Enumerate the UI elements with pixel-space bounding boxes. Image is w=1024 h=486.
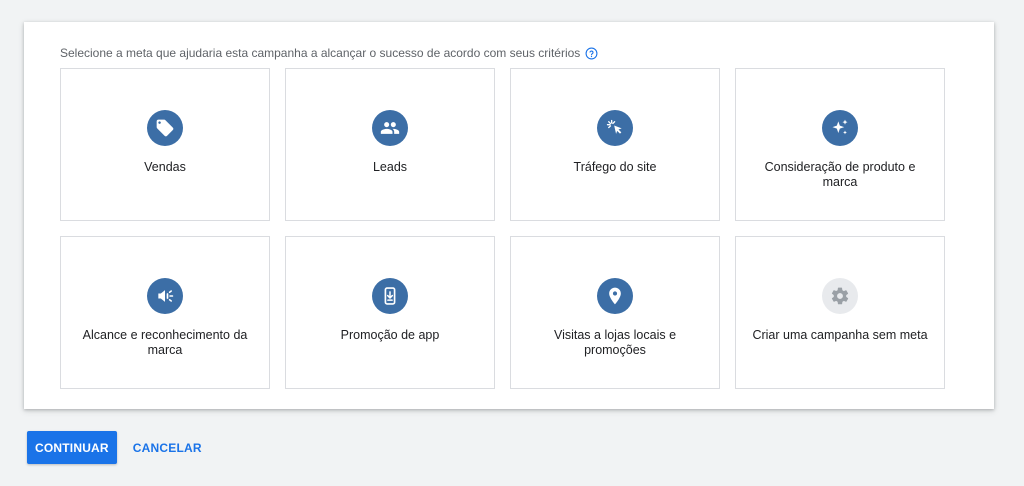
goal-label: Visitas a lojas locais e promoções — [553, 328, 677, 357]
tag-icon — [147, 110, 183, 146]
people-icon — [372, 110, 408, 146]
cursor-click-icon — [597, 110, 633, 146]
goal-label: Criar uma campanha sem meta — [752, 328, 928, 342]
gear-icon — [822, 278, 858, 314]
megaphone-icon — [147, 278, 183, 314]
help-circle-icon[interactable] — [585, 47, 598, 60]
cancel-button[interactable]: CANCELAR — [129, 431, 206, 464]
goal-label: Promoção de app — [340, 328, 440, 342]
goal-selection-card: Selecione a meta que ajudaria esta campa… — [24, 22, 994, 409]
form-footer: CONTINUAR CANCELAR — [27, 431, 206, 464]
goal-prompt: Selecione a meta que ajudaria esta campa… — [60, 46, 598, 60]
goal-tile-consideracao[interactable]: Consideração de produto e marca — [735, 68, 945, 221]
goal-tile-visitas[interactable]: Visitas a lojas locais e promoções — [510, 236, 720, 389]
goal-prompt-text: Selecione a meta que ajudaria esta campa… — [60, 46, 581, 60]
sparkle-icon — [822, 110, 858, 146]
goal-label: Leads — [372, 160, 408, 174]
goal-label: Tráfego do site — [573, 160, 657, 174]
goal-tile-trafego[interactable]: Tráfego do site — [510, 68, 720, 221]
goal-tile-alcance[interactable]: Alcance e reconhecimento da marca — [60, 236, 270, 389]
continue-button[interactable]: CONTINUAR — [27, 431, 117, 464]
goal-tile-sem-meta[interactable]: Criar uma campanha sem meta — [735, 236, 945, 389]
goal-tile-leads[interactable]: Leads — [285, 68, 495, 221]
goal-label: Alcance e reconhecimento da marca — [82, 328, 248, 357]
location-pin-icon — [597, 278, 633, 314]
goal-tile-vendas[interactable]: Vendas — [60, 68, 270, 221]
phone-download-icon — [372, 278, 408, 314]
goal-label: Consideração de produto e marca — [764, 160, 916, 189]
goal-label: Vendas — [144, 160, 186, 174]
goal-tile-app[interactable]: Promoção de app — [285, 236, 495, 389]
goal-grid: Vendas Leads Tráfego do site Consideraçã… — [60, 68, 945, 389]
